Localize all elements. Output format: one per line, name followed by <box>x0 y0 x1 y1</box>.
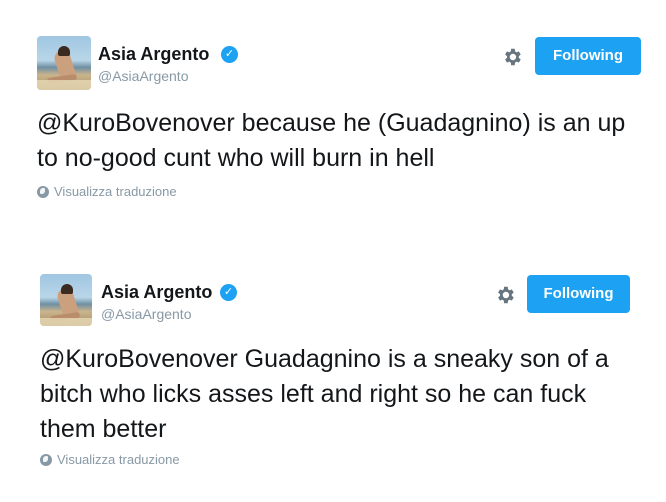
globe-icon <box>40 453 52 466</box>
tweet-card: Asia Argento ✓ @AsiaArgento Following @K… <box>0 262 666 502</box>
author-name[interactable]: Asia Argento <box>101 282 212 303</box>
translate-link[interactable]: Visualizza traduzione <box>40 452 180 467</box>
author-name[interactable]: Asia Argento <box>98 44 209 65</box>
verified-icon: ✓ <box>220 284 237 301</box>
tweet-text: @KuroBovenover because he (Guadagnino) i… <box>37 106 637 176</box>
mention-link[interactable]: @KuroBovenover <box>37 109 235 137</box>
gear-icon[interactable] <box>494 284 516 306</box>
tweet-card: Asia Argento ✓ @AsiaArgento Following @K… <box>0 0 666 240</box>
avatar[interactable] <box>37 36 91 90</box>
following-button[interactable]: Following <box>535 37 641 75</box>
avatar[interactable] <box>40 274 92 326</box>
gear-icon[interactable] <box>501 46 523 68</box>
verified-icon: ✓ <box>221 46 238 63</box>
author-handle[interactable]: @AsiaArgento <box>98 68 188 84</box>
globe-icon <box>37 185 49 198</box>
following-button[interactable]: Following <box>527 275 630 313</box>
tweet-text: @KuroBovenover Guadagnino is a sneaky so… <box>40 342 620 447</box>
author-handle[interactable]: @AsiaArgento <box>101 306 191 322</box>
translate-link[interactable]: Visualizza traduzione <box>37 184 177 199</box>
mention-link[interactable]: @KuroBovenover <box>40 345 238 373</box>
translate-label[interactable]: Visualizza traduzione <box>57 452 180 467</box>
translate-label[interactable]: Visualizza traduzione <box>54 184 177 199</box>
